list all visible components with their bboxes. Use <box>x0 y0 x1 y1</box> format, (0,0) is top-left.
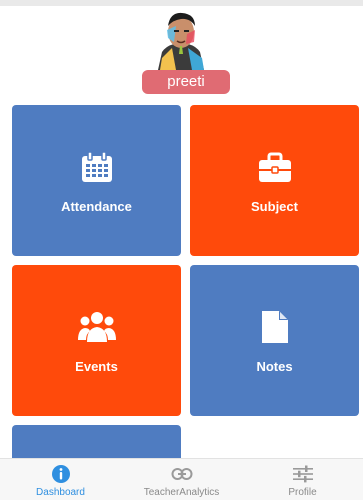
subject-label: Subject <box>251 199 298 214</box>
sliders-icon <box>292 464 314 484</box>
notes-tile[interactable]: Notes <box>190 265 359 416</box>
nav-dashboard-label: Dashboard <box>36 487 85 498</box>
attendance-tile[interactable]: Attendance <box>12 105 181 256</box>
notes-label: Notes <box>256 359 293 374</box>
info-icon <box>50 464 72 484</box>
profile-header: preeti <box>0 6 363 98</box>
nav-teacher-analytics-label: TeacherAnalytics <box>143 487 220 498</box>
nav-profile-label: Profile <box>288 487 317 498</box>
link-icon <box>171 464 193 484</box>
events-tile[interactable]: Events <box>12 265 181 416</box>
subject-tile[interactable]: Subject <box>190 105 359 256</box>
avatar-image <box>152 8 210 70</box>
nav-dashboard[interactable]: Dashboard <box>0 459 121 500</box>
nav-teacher-analytics[interactable]: TeacherAnalytics <box>121 459 242 500</box>
bottom-navigation: Dashboard TeacherAnalytics Profile <box>0 458 363 500</box>
events-label: Events <box>75 359 118 374</box>
avatar[interactable] <box>152 8 210 70</box>
nav-profile[interactable]: Profile <box>242 459 363 500</box>
calendar-icon <box>77 147 117 187</box>
document-icon <box>255 307 295 347</box>
attendance-label: Attendance <box>61 199 132 214</box>
briefcase-icon <box>255 147 295 187</box>
user-name-badge: preeti <box>142 70 230 94</box>
users-icon <box>77 307 117 347</box>
